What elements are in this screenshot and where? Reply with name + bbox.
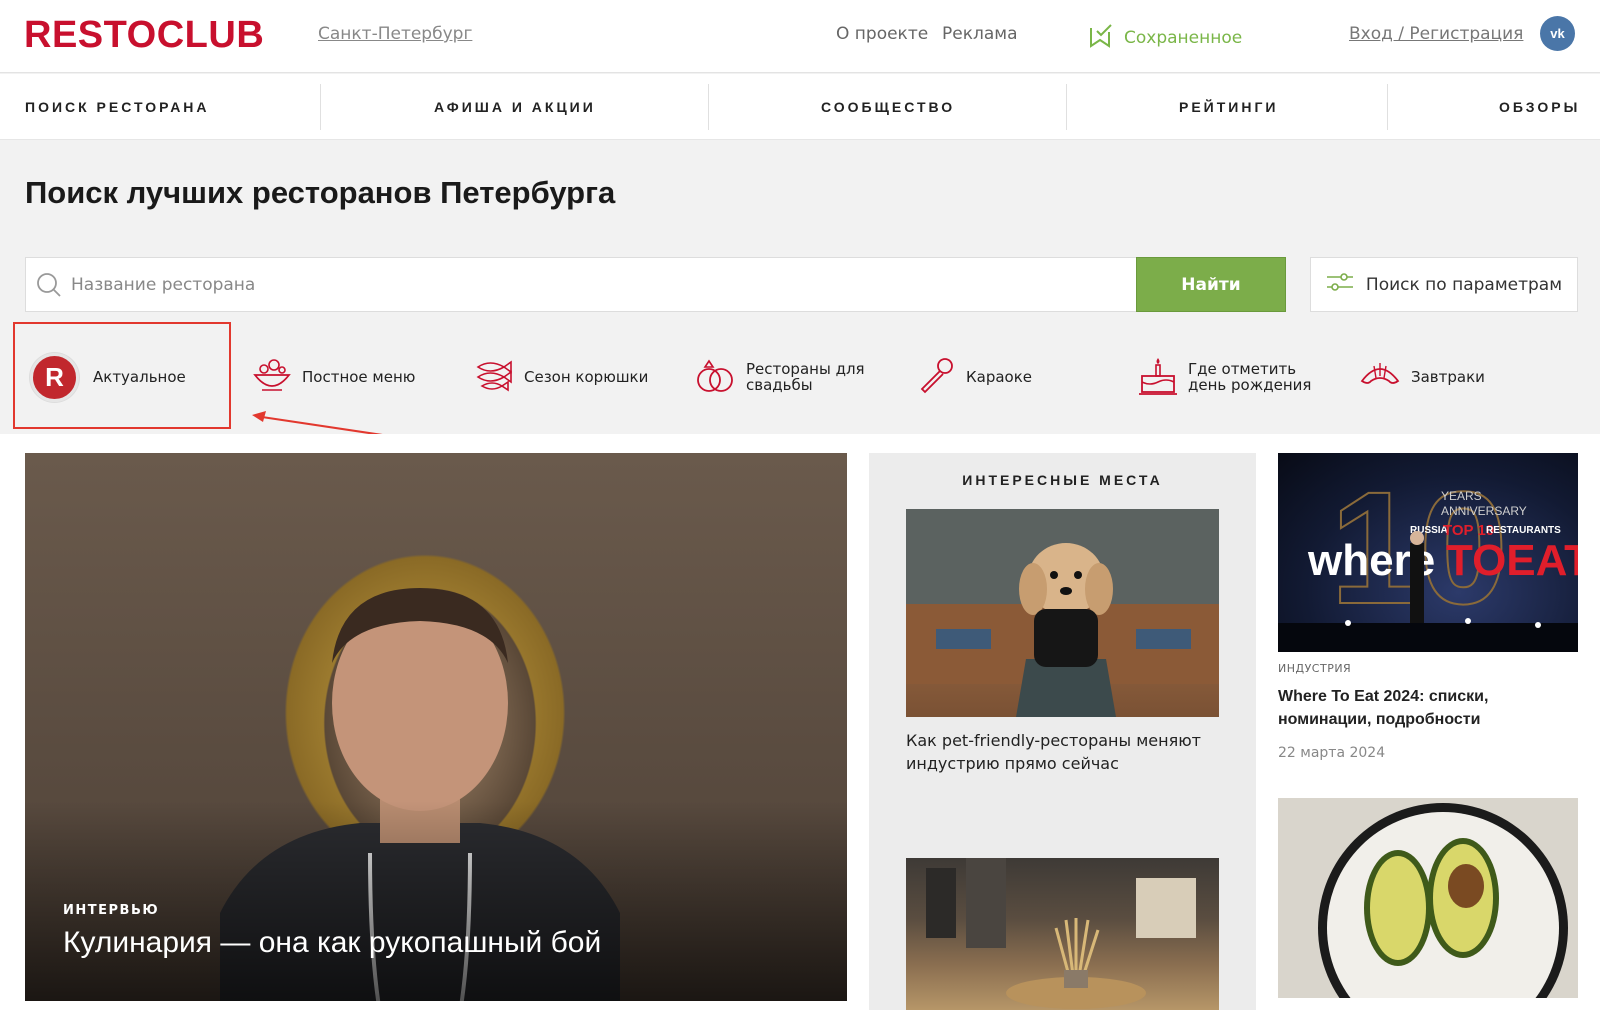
fish-icon — [474, 355, 514, 399]
sliders-icon — [1326, 272, 1354, 297]
nav-ratings[interactable]: РЕЙТИНГИ — [1179, 74, 1278, 140]
ads-link[interactable]: Реклама — [942, 24, 1018, 44]
find-button[interactable]: Найти — [1136, 257, 1286, 312]
nav-community[interactable]: СООБЩЕСТВО — [821, 74, 955, 140]
nav-search-restaurant[interactable]: ПОИСК РЕСТОРАНА — [25, 74, 210, 140]
article-date: 22 марта 2024 — [1278, 745, 1386, 761]
nav-reviews[interactable]: ОБЗОРЫ — [1499, 74, 1580, 140]
bookmark-icon — [1088, 22, 1114, 53]
nav-divider — [1387, 84, 1388, 130]
dog-illustration — [906, 509, 1219, 717]
nav-divider — [1066, 84, 1067, 130]
category-birthday[interactable]: Где отметить день рождения — [1138, 320, 1333, 434]
page-title: Поиск лучших ресторанов Петербурга — [25, 175, 616, 210]
article-title[interactable]: Where To Eat 2024: списки, номинации, по… — [1278, 685, 1578, 731]
category-label: Сезон корюшки — [524, 368, 649, 386]
highlight-box — [13, 322, 231, 429]
salad-bowl-icon — [252, 355, 292, 399]
avocado-image[interactable] — [1278, 798, 1578, 998]
vk-login-icon[interactable]: vk — [1540, 16, 1575, 51]
svg-text:TOEAT: TOEAT — [1446, 536, 1578, 585]
wedding-rings-icon — [694, 355, 736, 399]
article-tag: ИНДУСТРИЯ — [1278, 662, 1352, 675]
site-logo[interactable]: RESTOCLUB — [24, 14, 264, 57]
main-nav: ПОИСК РЕСТОРАНА АФИША И АКЦИИ СООБЩЕСТВО… — [0, 74, 1600, 140]
avocado-illustration — [1318, 803, 1568, 998]
svg-text:YEARS: YEARS — [1441, 489, 1482, 503]
hero-tag: ИНТЕРВЬЮ — [63, 903, 160, 918]
category-breakfast[interactable]: Завтраки — [1359, 320, 1485, 434]
category-label: Завтраки — [1411, 368, 1485, 386]
croissant-icon — [1359, 355, 1401, 399]
nav-divider — [708, 84, 709, 130]
about-link[interactable]: О проекте — [836, 24, 928, 44]
category-label: Рестораны для свадьбы — [746, 360, 865, 394]
svg-text:RESTAURANTS: RESTAURANTS — [1486, 525, 1561, 536]
where-to-eat-poster: 10 YEARS ANNIVERSARY RUSSIA TOP 10 RESTA… — [1278, 457, 1578, 652]
dog-restaurant-image[interactable] — [906, 509, 1219, 717]
city-selector[interactable]: Санкт-Петербург — [318, 24, 472, 44]
category-smelt-season[interactable]: Сезон корюшки — [474, 320, 648, 434]
svg-text:ANNIVERSARY: ANNIVERSARY — [1441, 504, 1527, 518]
category-label: Где отметить день рождения — [1188, 360, 1312, 394]
nav-divider — [320, 84, 321, 130]
interior-illustration — [926, 858, 1196, 1009]
search-input[interactable] — [26, 258, 1136, 311]
top-bar: RESTOCLUB Санкт-Петербург О проекте Рекл… — [0, 0, 1600, 73]
where-to-eat-image[interactable]: 10 YEARS ANNIVERSARY RUSSIA TOP 10 RESTA… — [1278, 453, 1578, 652]
nav-events[interactable]: АФИША И АКЦИИ — [434, 74, 596, 140]
interesting-places-title: ИНТЕРЕСНЫЕ МЕСТА — [962, 472, 1163, 488]
microphone-icon — [916, 355, 956, 399]
category-label: Караоке — [966, 368, 1033, 386]
params-search-button[interactable]: Поиск по параметрам — [1310, 257, 1578, 312]
params-search-label: Поиск по параметрам — [1365, 274, 1563, 295]
birthday-cake-icon — [1138, 354, 1178, 400]
saved-label: Сохраненное — [1124, 27, 1243, 48]
category-wedding[interactable]: Рестораны для свадьбы — [694, 320, 871, 434]
restaurant-interior-image[interactable] — [906, 858, 1219, 1010]
category-strip: R Актуальное Постное меню Сезон корюшки … — [0, 320, 1600, 434]
hero-article[interactable]: ИНТЕРВЬЮ Кулинария — она как рукопашный … — [25, 453, 847, 1001]
hero-gradient — [25, 801, 847, 1001]
login-link[interactable]: Вход / Регистрация — [1349, 24, 1523, 44]
hero-title[interactable]: Кулинария — она как рукопашный бой — [63, 926, 601, 960]
interesting-places-panel: ИНТЕРЕСНЫЕ МЕСТА Как pet-friendly-рестор… — [869, 453, 1256, 1010]
saved-link[interactable]: Сохраненное — [1088, 22, 1242, 53]
category-karaoke[interactable]: Караоке — [916, 320, 1032, 434]
search-box — [25, 257, 1137, 312]
search-icon — [36, 272, 62, 302]
category-label: Постное меню — [302, 368, 416, 386]
interesting-caption[interactable]: Как pet-friendly-рестораны меняют индуст… — [906, 729, 1226, 775]
